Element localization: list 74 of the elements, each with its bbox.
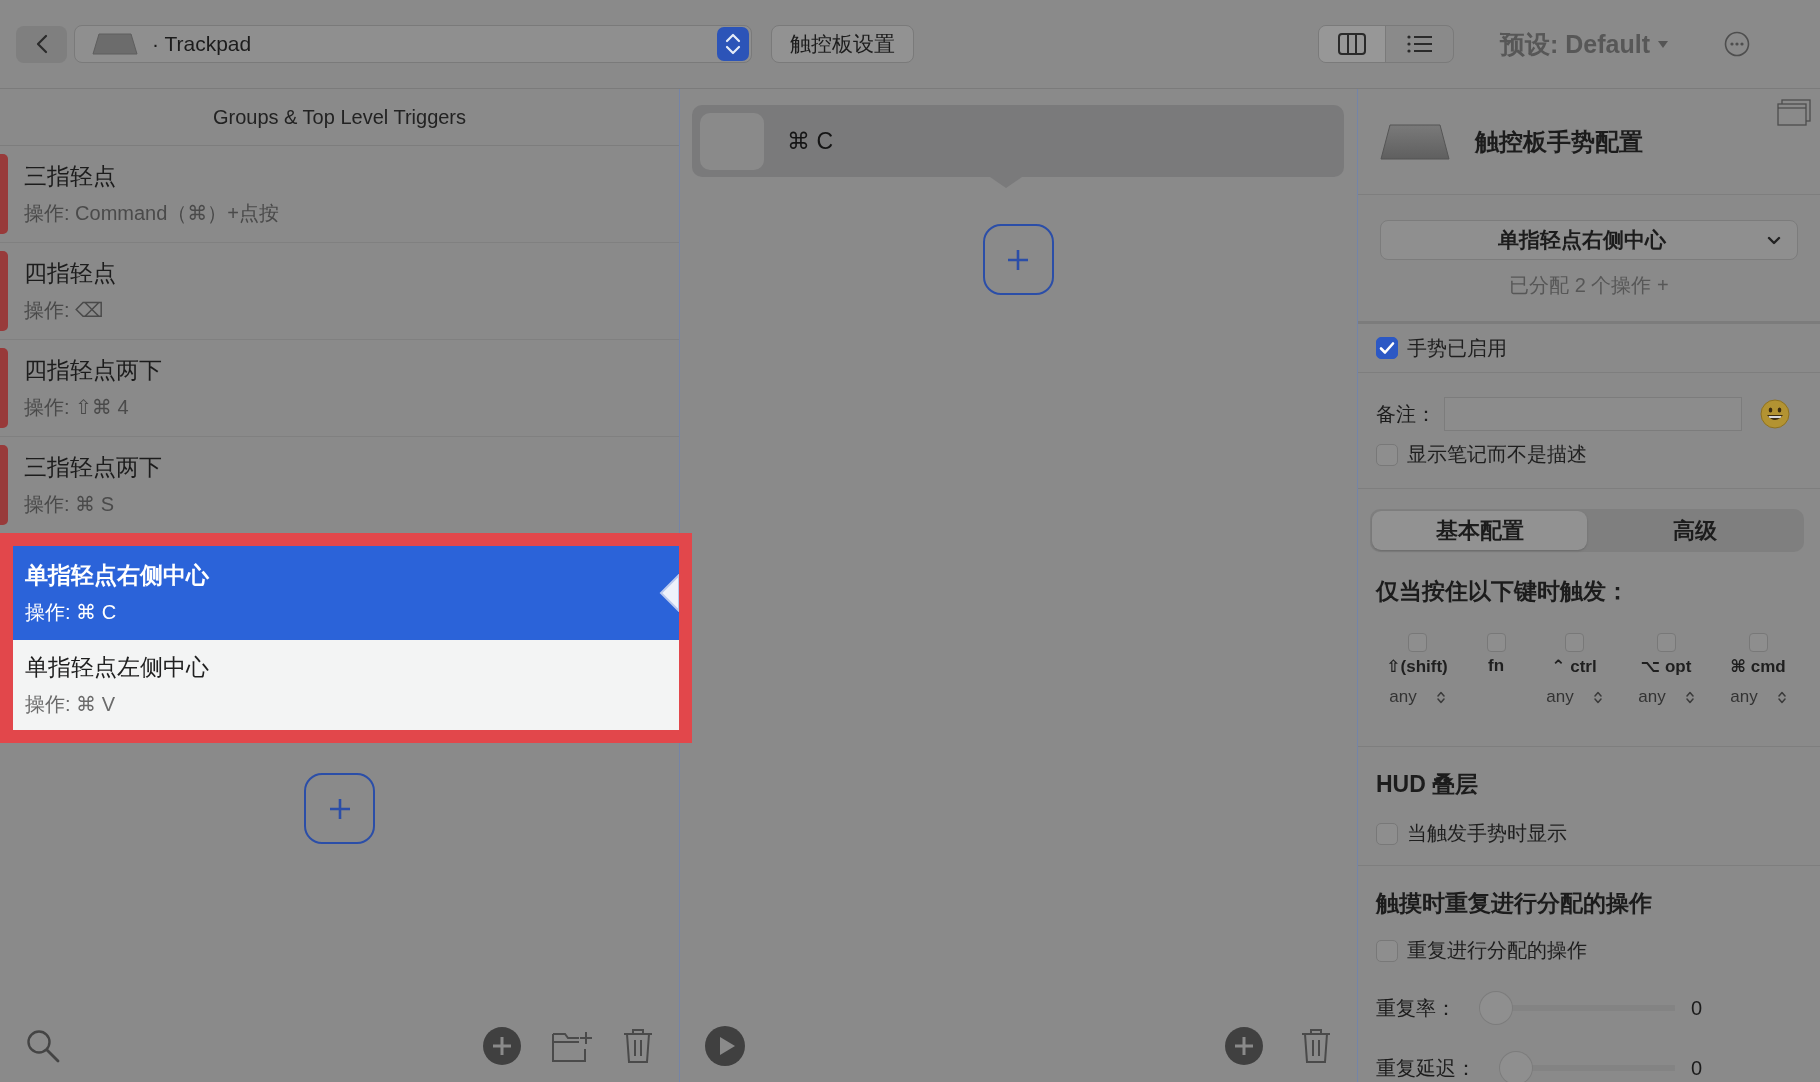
settings-button[interactable]: 触控板设置 [771,25,914,63]
plus-icon [1007,248,1029,271]
modifier-label: ⇧(shift) [1386,656,1448,677]
section-heading: HUD 叠层 [1376,770,1480,799]
add-icon[interactable] [1225,1027,1263,1065]
shortcut-label: ⌘ C [787,127,833,155]
tab[interactable]: 基本配置 [1372,511,1587,550]
checkmark-icon [1379,341,1395,355]
panel-header: Groups & Top Level Triggers [212,105,467,129]
more-icon[interactable] [1724,31,1750,57]
trigger-action: 操作: ⌘ V [25,692,116,717]
up-down-arrows-icon [1593,690,1602,704]
list-icon [1406,34,1433,54]
gesture-select[interactable]: 单指轻点右侧中心 [1380,220,1798,260]
view-mode-tab[interactable] [1319,26,1386,62]
folder-add-icon[interactable] [551,1029,593,1063]
note-label: 备注： [1376,401,1437,427]
smiley-emoji-icon[interactable] [1760,399,1790,429]
checkbox[interactable] [1376,337,1398,359]
selection-pointer-icon [659,574,679,612]
trigger-name: 四指轻点两下 [24,356,162,385]
play-icon[interactable] [705,1026,745,1066]
add-action-button[interactable] [982,224,1054,295]
checkbox-label: 重复进行分配的操作 [1407,938,1587,963]
trigger-action: 操作: Command（⌘）+点按 [24,201,280,226]
modifier-label: fn [1487,656,1504,676]
stepper-icon [717,27,749,61]
columns-icon [1338,33,1366,55]
modifier-label: ⌃ ctrl [1551,656,1597,677]
trigger-name: 三指轻点 [24,162,117,191]
trackpad-icon [1380,123,1450,160]
plus-icon [328,797,351,820]
panel-title: 触控板手势配置 [1475,126,1643,157]
mode-select[interactable]: any [1389,687,1445,707]
mode-select[interactable]: any [1730,687,1786,707]
action-card[interactable]: ⌘ C [692,105,1344,177]
trigger-item[interactable]: 单指轻点右侧中心 操作: ⌘ C [13,546,679,640]
checkbox-label: 手势已启用 [1407,335,1507,361]
trash-icon[interactable] [623,1028,653,1064]
mode-select[interactable]: any [1638,687,1694,707]
caret-down-icon [1658,40,1668,48]
chevron-down-icon [1767,235,1781,245]
device-selector[interactable]: · Trackpad [74,25,752,63]
trash-icon[interactable] [1301,1028,1331,1064]
add-trigger-button[interactable] [304,773,375,844]
trigger-name: 四指轻点 [24,259,116,288]
slider-value: 0 [1690,1056,1702,1080]
trackpad-icon [92,33,138,55]
chevron-left-icon [35,34,48,54]
section-heading: 仅当按住以下键时触发： [1374,577,1630,606]
back-button[interactable] [16,25,67,63]
trigger-name: 单指轻点右侧中心 [25,561,209,590]
modifier-label: ⌥ opt [1640,656,1692,677]
up-down-arrows-icon [1685,690,1694,704]
section-heading: 触摸时重复进行分配的操作 [1376,889,1653,918]
trigger-action: 操作: ⇧⌘ 4 [24,395,130,420]
mode-select[interactable]: any [1546,687,1602,707]
tab[interactable]: 高级 [1587,511,1802,550]
checkbox-label: 显示笔记而不是描述 [1407,442,1587,467]
trigger-name: 单指轻点左侧中心 [25,653,209,682]
window-stack-icon[interactable] [1777,99,1811,126]
search-icon[interactable] [26,1029,60,1063]
slider-value: 0 [1690,996,1702,1020]
trigger-action: 操作: ⌫ [24,298,105,323]
modifier-label: ⌘ cmd [1730,656,1786,677]
trigger-action: 操作: ⌘ S [24,492,115,517]
trigger-action: 操作: ⌘ C [25,600,118,625]
trigger-name: 三指轻点两下 [24,453,162,482]
up-down-arrows-icon [1777,690,1786,704]
add-icon[interactable] [483,1027,521,1065]
checkbox-label: 当触发手势时显示 [1407,821,1567,846]
slider-label: 重复延迟： [1376,1055,1476,1081]
slider-label: 重复率： [1376,995,1456,1021]
up-down-arrows-icon [1436,690,1445,704]
